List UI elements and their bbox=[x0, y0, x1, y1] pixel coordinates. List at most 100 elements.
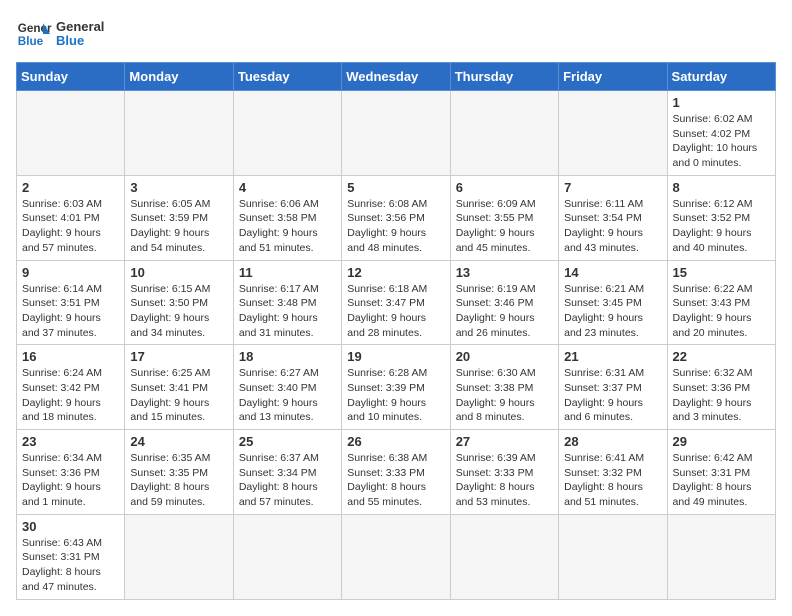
day-number: 8 bbox=[673, 180, 770, 195]
day-info: Sunrise: 6:43 AM Sunset: 3:31 PM Dayligh… bbox=[22, 536, 119, 595]
calendar-cell bbox=[233, 514, 341, 599]
day-number: 16 bbox=[22, 349, 119, 364]
calendar-cell: 26 Sunrise: 6:38 AM Sunset: 3:33 PM Dayli… bbox=[342, 430, 450, 515]
day-number: 13 bbox=[456, 265, 553, 280]
day-of-week-header: Sunday bbox=[17, 63, 125, 91]
day-info: Sunrise: 6:42 AM Sunset: 3:31 PM Dayligh… bbox=[673, 451, 770, 510]
calendar-cell: 24 Sunrise: 6:35 AM Sunset: 3:35 PM Dayli… bbox=[125, 430, 233, 515]
day-info: Sunrise: 6:39 AM Sunset: 3:33 PM Dayligh… bbox=[456, 451, 553, 510]
calendar-cell bbox=[450, 91, 558, 176]
day-number: 19 bbox=[347, 349, 444, 364]
day-info: Sunrise: 6:27 AM Sunset: 3:40 PM Dayligh… bbox=[239, 366, 336, 425]
day-number: 30 bbox=[22, 519, 119, 534]
svg-text:Blue: Blue bbox=[18, 35, 44, 48]
day-info: Sunrise: 6:14 AM Sunset: 3:51 PM Dayligh… bbox=[22, 282, 119, 341]
day-number: 5 bbox=[347, 180, 444, 195]
calendar-cell: 27 Sunrise: 6:39 AM Sunset: 3:33 PM Dayli… bbox=[450, 430, 558, 515]
calendar-cell bbox=[125, 91, 233, 176]
day-info: Sunrise: 6:25 AM Sunset: 3:41 PM Dayligh… bbox=[130, 366, 227, 425]
logo-general: General bbox=[56, 20, 104, 34]
day-info: Sunrise: 6:11 AM Sunset: 3:54 PM Dayligh… bbox=[564, 197, 661, 256]
day-of-week-header: Saturday bbox=[667, 63, 775, 91]
day-info: Sunrise: 6:12 AM Sunset: 3:52 PM Dayligh… bbox=[673, 197, 770, 256]
header: General Blue General Blue bbox=[16, 16, 776, 52]
day-number: 27 bbox=[456, 434, 553, 449]
day-info: Sunrise: 6:19 AM Sunset: 3:46 PM Dayligh… bbox=[456, 282, 553, 341]
calendar-cell: 16 Sunrise: 6:24 AM Sunset: 3:42 PM Dayli… bbox=[17, 345, 125, 430]
calendar-cell: 5Sunrise: 6:08 AM Sunset: 3:56 PM Daylig… bbox=[342, 175, 450, 260]
day-info: Sunrise: 6:18 AM Sunset: 3:47 PM Dayligh… bbox=[347, 282, 444, 341]
day-number: 4 bbox=[239, 180, 336, 195]
calendar-cell: 28Sunrise: 6:41 AM Sunset: 3:32 PM Dayli… bbox=[559, 430, 667, 515]
calendar-cell bbox=[125, 514, 233, 599]
calendar-cell: 8 Sunrise: 6:12 AM Sunset: 3:52 PM Daylig… bbox=[667, 175, 775, 260]
calendar-cell: 11 Sunrise: 6:17 AM Sunset: 3:48 PM Dayli… bbox=[233, 260, 341, 345]
calendar-cell: 20Sunrise: 6:30 AM Sunset: 3:38 PM Dayli… bbox=[450, 345, 558, 430]
day-number: 18 bbox=[239, 349, 336, 364]
calendar-cell: 25 Sunrise: 6:37 AM Sunset: 3:34 PM Dayli… bbox=[233, 430, 341, 515]
day-info: Sunrise: 6:15 AM Sunset: 3:50 PM Dayligh… bbox=[130, 282, 227, 341]
day-number: 21 bbox=[564, 349, 661, 364]
day-number: 12 bbox=[347, 265, 444, 280]
day-info: Sunrise: 6:24 AM Sunset: 3:42 PM Dayligh… bbox=[22, 366, 119, 425]
day-number: 24 bbox=[130, 434, 227, 449]
logo-blue: Blue bbox=[56, 34, 104, 48]
day-info: Sunrise: 6:41 AM Sunset: 3:32 PM Dayligh… bbox=[564, 451, 661, 510]
calendar-cell: 12 Sunrise: 6:18 AM Sunset: 3:47 PM Dayli… bbox=[342, 260, 450, 345]
day-number: 17 bbox=[130, 349, 227, 364]
calendar-cell: 19 Sunrise: 6:28 AM Sunset: 3:39 PM Dayli… bbox=[342, 345, 450, 430]
calendar-cell: 23 Sunrise: 6:34 AM Sunset: 3:36 PM Dayli… bbox=[17, 430, 125, 515]
calendar-cell: 10 Sunrise: 6:15 AM Sunset: 3:50 PM Dayli… bbox=[125, 260, 233, 345]
day-of-week-header: Friday bbox=[559, 63, 667, 91]
calendar-cell: 21Sunrise: 6:31 AM Sunset: 3:37 PM Dayli… bbox=[559, 345, 667, 430]
day-info: Sunrise: 6:09 AM Sunset: 3:55 PM Dayligh… bbox=[456, 197, 553, 256]
logo-icon: General Blue bbox=[16, 16, 52, 52]
calendar-cell bbox=[450, 514, 558, 599]
day-number: 23 bbox=[22, 434, 119, 449]
calendar-cell: 30 Sunrise: 6:43 AM Sunset: 3:31 PM Dayli… bbox=[17, 514, 125, 599]
calendar-cell bbox=[667, 514, 775, 599]
day-info: Sunrise: 6:21 AM Sunset: 3:45 PM Dayligh… bbox=[564, 282, 661, 341]
calendar-cell: 13 Sunrise: 6:19 AM Sunset: 3:46 PM Dayli… bbox=[450, 260, 558, 345]
day-number: 14 bbox=[564, 265, 661, 280]
calendar-cell: 3 Sunrise: 6:05 AM Sunset: 3:59 PM Daylig… bbox=[125, 175, 233, 260]
day-number: 10 bbox=[130, 265, 227, 280]
calendar-header-row: SundayMondayTuesdayWednesdayThursdayFrid… bbox=[17, 63, 776, 91]
day-number: 1 bbox=[673, 95, 770, 110]
day-number: 6 bbox=[456, 180, 553, 195]
day-info: Sunrise: 6:22 AM Sunset: 3:43 PM Dayligh… bbox=[673, 282, 770, 341]
day-number: 20 bbox=[456, 349, 553, 364]
day-info: Sunrise: 6:02 AM Sunset: 4:02 PM Dayligh… bbox=[673, 112, 770, 171]
day-of-week-header: Monday bbox=[125, 63, 233, 91]
calendar-cell bbox=[233, 91, 341, 176]
day-number: 3 bbox=[130, 180, 227, 195]
day-number: 26 bbox=[347, 434, 444, 449]
day-number: 11 bbox=[239, 265, 336, 280]
day-info: Sunrise: 6:05 AM Sunset: 3:59 PM Dayligh… bbox=[130, 197, 227, 256]
day-info: Sunrise: 6:32 AM Sunset: 3:36 PM Dayligh… bbox=[673, 366, 770, 425]
day-number: 25 bbox=[239, 434, 336, 449]
calendar-cell: 17 Sunrise: 6:25 AM Sunset: 3:41 PM Dayli… bbox=[125, 345, 233, 430]
calendar-cell: 18 Sunrise: 6:27 AM Sunset: 3:40 PM Dayli… bbox=[233, 345, 341, 430]
day-of-week-header: Thursday bbox=[450, 63, 558, 91]
calendar-cell: 2Sunrise: 6:03 AM Sunset: 4:01 PM Daylig… bbox=[17, 175, 125, 260]
day-of-week-header: Wednesday bbox=[342, 63, 450, 91]
calendar-cell bbox=[559, 91, 667, 176]
calendar-cell: 7 Sunrise: 6:11 AM Sunset: 3:54 PM Daylig… bbox=[559, 175, 667, 260]
day-info: Sunrise: 6:28 AM Sunset: 3:39 PM Dayligh… bbox=[347, 366, 444, 425]
day-number: 7 bbox=[564, 180, 661, 195]
day-info: Sunrise: 6:37 AM Sunset: 3:34 PM Dayligh… bbox=[239, 451, 336, 510]
day-info: Sunrise: 6:34 AM Sunset: 3:36 PM Dayligh… bbox=[22, 451, 119, 510]
day-of-week-header: Tuesday bbox=[233, 63, 341, 91]
calendar-cell bbox=[342, 91, 450, 176]
day-info: Sunrise: 6:35 AM Sunset: 3:35 PM Dayligh… bbox=[130, 451, 227, 510]
day-number: 2 bbox=[22, 180, 119, 195]
calendar-cell: 22Sunrise: 6:32 AM Sunset: 3:36 PM Dayli… bbox=[667, 345, 775, 430]
day-info: Sunrise: 6:38 AM Sunset: 3:33 PM Dayligh… bbox=[347, 451, 444, 510]
calendar-cell bbox=[559, 514, 667, 599]
calendar-cell: 15Sunrise: 6:22 AM Sunset: 3:43 PM Dayli… bbox=[667, 260, 775, 345]
day-number: 29 bbox=[673, 434, 770, 449]
day-info: Sunrise: 6:17 AM Sunset: 3:48 PM Dayligh… bbox=[239, 282, 336, 341]
calendar-cell: 29 Sunrise: 6:42 AM Sunset: 3:31 PM Dayli… bbox=[667, 430, 775, 515]
day-info: Sunrise: 6:06 AM Sunset: 3:58 PM Dayligh… bbox=[239, 197, 336, 256]
